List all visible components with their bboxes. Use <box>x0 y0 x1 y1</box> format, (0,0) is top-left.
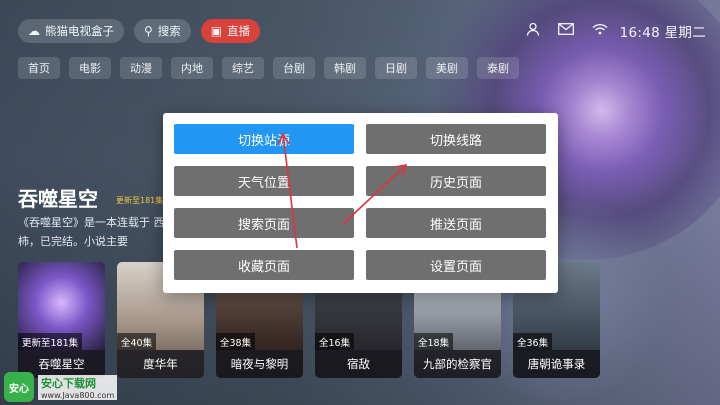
episode-badge: 全36集 <box>513 333 553 350</box>
episode-badge: 全38集 <box>216 333 256 350</box>
poster-title: 九部的检察官 <box>414 350 501 378</box>
tab-variety[interactable]: 综艺 <box>222 57 264 79</box>
tv-icon: ▣ <box>210 24 223 38</box>
tab-mainland[interactable]: 内地 <box>171 57 213 79</box>
favorites-page-button[interactable]: 收藏页面 <box>174 250 354 280</box>
featured-description: 《吞噬星空》是一本连载于 西红柿，已完结。小说主要 <box>18 216 176 248</box>
search-button[interactable]: ⚲ 搜索 <box>134 19 191 43</box>
switch-source-button[interactable]: 切换站源 <box>174 124 354 154</box>
poster-title: 宿敌 <box>315 350 402 378</box>
tab-taiwan-drama[interactable]: 台剧 <box>273 57 315 79</box>
tab-movie[interactable]: 电影 <box>69 57 111 79</box>
episode-badge: 全40集 <box>117 333 157 350</box>
status-area: 16:48 星期二 <box>508 21 706 41</box>
watermark-url: www.Java800.com <box>38 390 118 400</box>
episode-badge: 更新至181集 <box>18 333 83 350</box>
tab-anime[interactable]: 动漫 <box>120 57 162 79</box>
tab-thai-drama[interactable]: 泰剧 <box>477 57 519 79</box>
poster-title: 暗夜与黎明 <box>216 350 303 378</box>
push-page-button[interactable]: 推送页面 <box>366 208 546 238</box>
live-label: 直播 <box>227 24 251 38</box>
watermark-logo: 安心 <box>4 372 34 402</box>
switch-line-button[interactable]: 切换线路 <box>366 124 546 154</box>
app-name-button[interactable]: ☁ 熊猫电视盒子 <box>18 19 124 43</box>
featured-title: 吞噬星空 <box>18 187 98 211</box>
search-icon: ⚲ <box>144 24 153 38</box>
wifi-icon <box>592 23 608 39</box>
category-tabs: 首页 电影 动漫 内地 综艺 台剧 韩剧 日剧 美剧 泰剧 <box>18 57 528 79</box>
quick-menu-dialog: 切换站源 切换线路 天气位置 历史页面 搜索页面 推送页面 收藏页面 设置页面 <box>163 113 558 293</box>
tab-korean-drama[interactable]: 韩剧 <box>324 57 366 79</box>
weather-location-button[interactable]: 天气位置 <box>174 166 354 196</box>
featured-badge: 更新至181集 <box>116 196 164 205</box>
history-page-button[interactable]: 历史页面 <box>366 166 546 196</box>
search-page-button[interactable]: 搜索页面 <box>174 208 354 238</box>
watermark-site-name: 安心下载网 <box>38 374 118 391</box>
top-bar: ☁ 熊猫电视盒子 ⚲ 搜索 ▣ 直播 16:48 星期二 <box>18 18 706 44</box>
user-icon[interactable] <box>526 22 540 40</box>
cloud-icon: ☁ <box>28 24 40 38</box>
tab-home[interactable]: 首页 <box>18 57 60 79</box>
watermark-text: 安心下载网 www.Java800.com <box>38 374 118 400</box>
live-button[interactable]: ▣ 直播 <box>200 19 261 43</box>
poster-title: 唐朝诡事录 <box>513 350 600 378</box>
poster-title: 度华年 <box>117 350 204 378</box>
watermark: 安心 安心下载网 www.Java800.com <box>4 372 118 402</box>
search-label: 搜索 <box>157 24 181 38</box>
app-name-label: 熊猫电视盒子 <box>45 24 114 38</box>
tab-japanese-drama[interactable]: 日剧 <box>375 57 417 79</box>
clock: 16:48 星期二 <box>619 25 706 41</box>
settings-page-button[interactable]: 设置页面 <box>366 250 546 280</box>
episode-badge: 全18集 <box>414 333 454 350</box>
episode-badge: 全16集 <box>315 333 355 350</box>
tab-us-drama[interactable]: 美剧 <box>426 57 468 79</box>
poster-card[interactable]: 更新至181集 吞噬星空 <box>18 262 105 378</box>
mail-icon[interactable] <box>557 23 574 39</box>
